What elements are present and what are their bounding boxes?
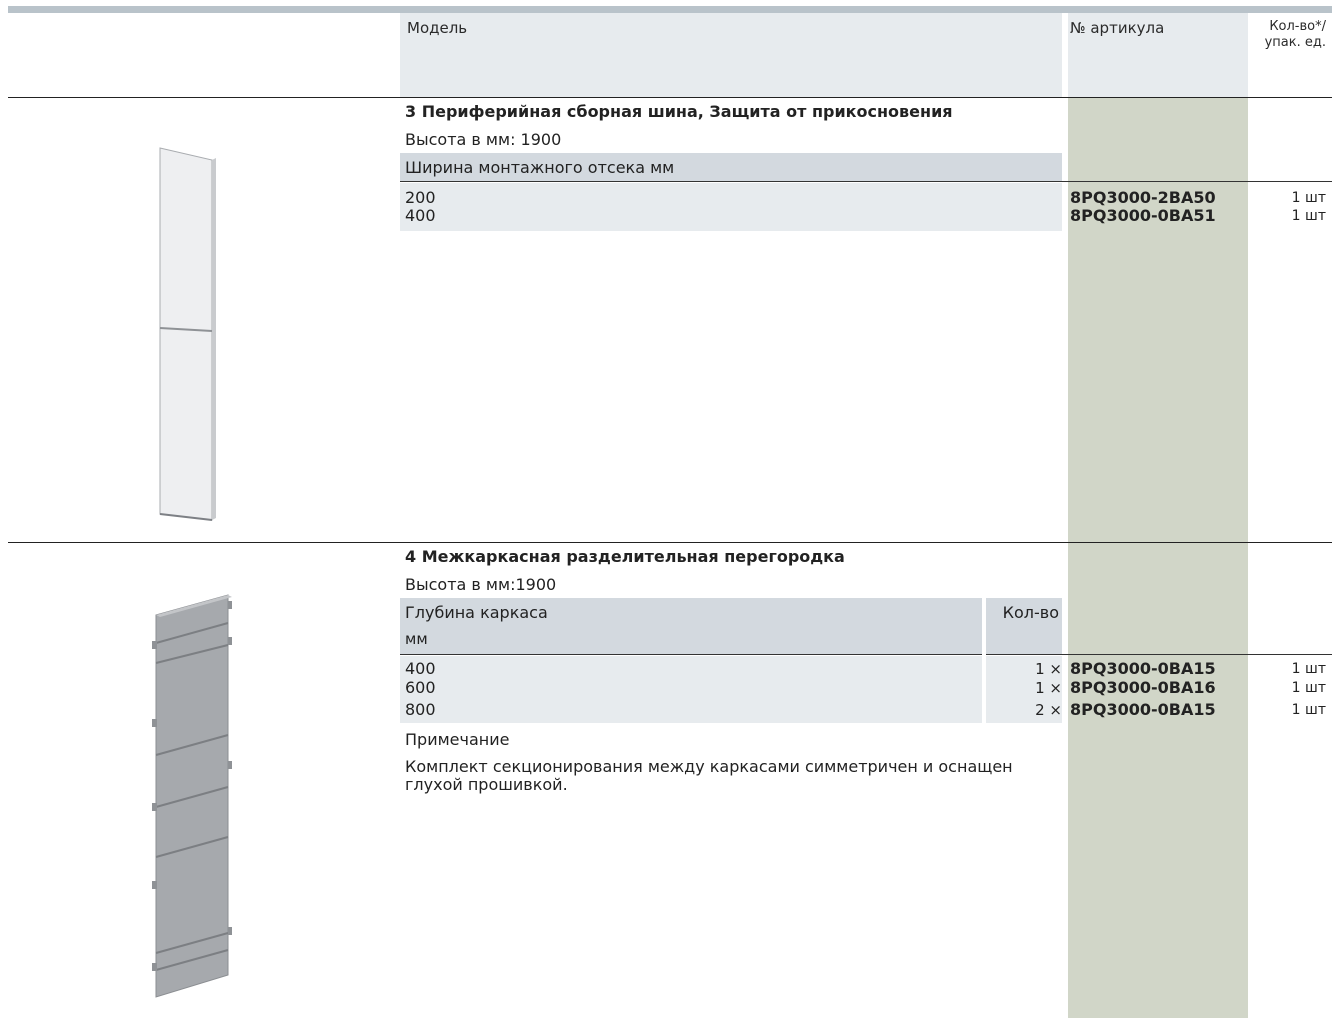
article-number: 8PQ3000-0BA15 [1070, 659, 1216, 678]
note-label: Примечание [405, 730, 510, 749]
pack-qty: 1 шт [1291, 680, 1326, 696]
table-row-value: 600 [405, 678, 436, 697]
table-row-value: 400 [405, 659, 436, 678]
section3-col-header-rule [1062, 153, 1332, 182]
header-band [400, 13, 1062, 97]
section4-data-band [400, 656, 982, 723]
section3-col-header: Ширина монтажного отсека мм [400, 153, 1062, 182]
section-divider [8, 542, 1332, 543]
section4-col-header-rule [1062, 598, 1332, 655]
article-column-band [1068, 97, 1248, 1018]
pack-qty: 1 шт [1291, 661, 1326, 677]
section3-title: 3 Периферийная сборная шина, Защита от п… [405, 102, 953, 121]
table-row-count: 1 × [1035, 679, 1062, 697]
partition-panel-image [152, 594, 232, 998]
section4-height: Высота в мм:1900 [405, 575, 557, 594]
article-number: 8PQ3000-2BA50 [1070, 188, 1216, 207]
top-bar [8, 6, 1332, 13]
pack-qty: 1 шт [1291, 702, 1326, 718]
section-divider [8, 97, 1332, 98]
article-number: 8PQ3000-0BA51 [1070, 206, 1216, 225]
table-row-value: 200 [405, 188, 436, 207]
section4-col-header-1: Глубина каркаса мм [400, 598, 982, 655]
section4-title: 4 Межкаркасная разделительная перегородк… [405, 547, 845, 566]
section4-col-header-2: Кол-во [986, 598, 1062, 655]
article-number: 8PQ3000-0BA15 [1070, 700, 1216, 719]
pack-qty: 1 шт [1291, 190, 1326, 206]
touch-protection-panel-image [159, 147, 216, 521]
section3-height: Высота в мм: 1900 [405, 130, 562, 149]
table-row-value: 400 [405, 206, 436, 225]
pack-qty: 1 шт [1291, 208, 1326, 224]
table-row-value: 800 [405, 700, 436, 719]
header-model: Модель [407, 19, 468, 37]
header-article: № артикула [1070, 19, 1165, 37]
section3-data-band [400, 183, 1062, 231]
note-text: Комплект секционирования между каркасами… [405, 757, 1013, 794]
article-number: 8PQ3000-0BA16 [1070, 678, 1216, 697]
table-row-count: 1 × [1035, 660, 1062, 678]
table-row-count: 2 × [1035, 701, 1062, 719]
header-qty: Кол-во*/ упак. ед. [1264, 19, 1326, 50]
